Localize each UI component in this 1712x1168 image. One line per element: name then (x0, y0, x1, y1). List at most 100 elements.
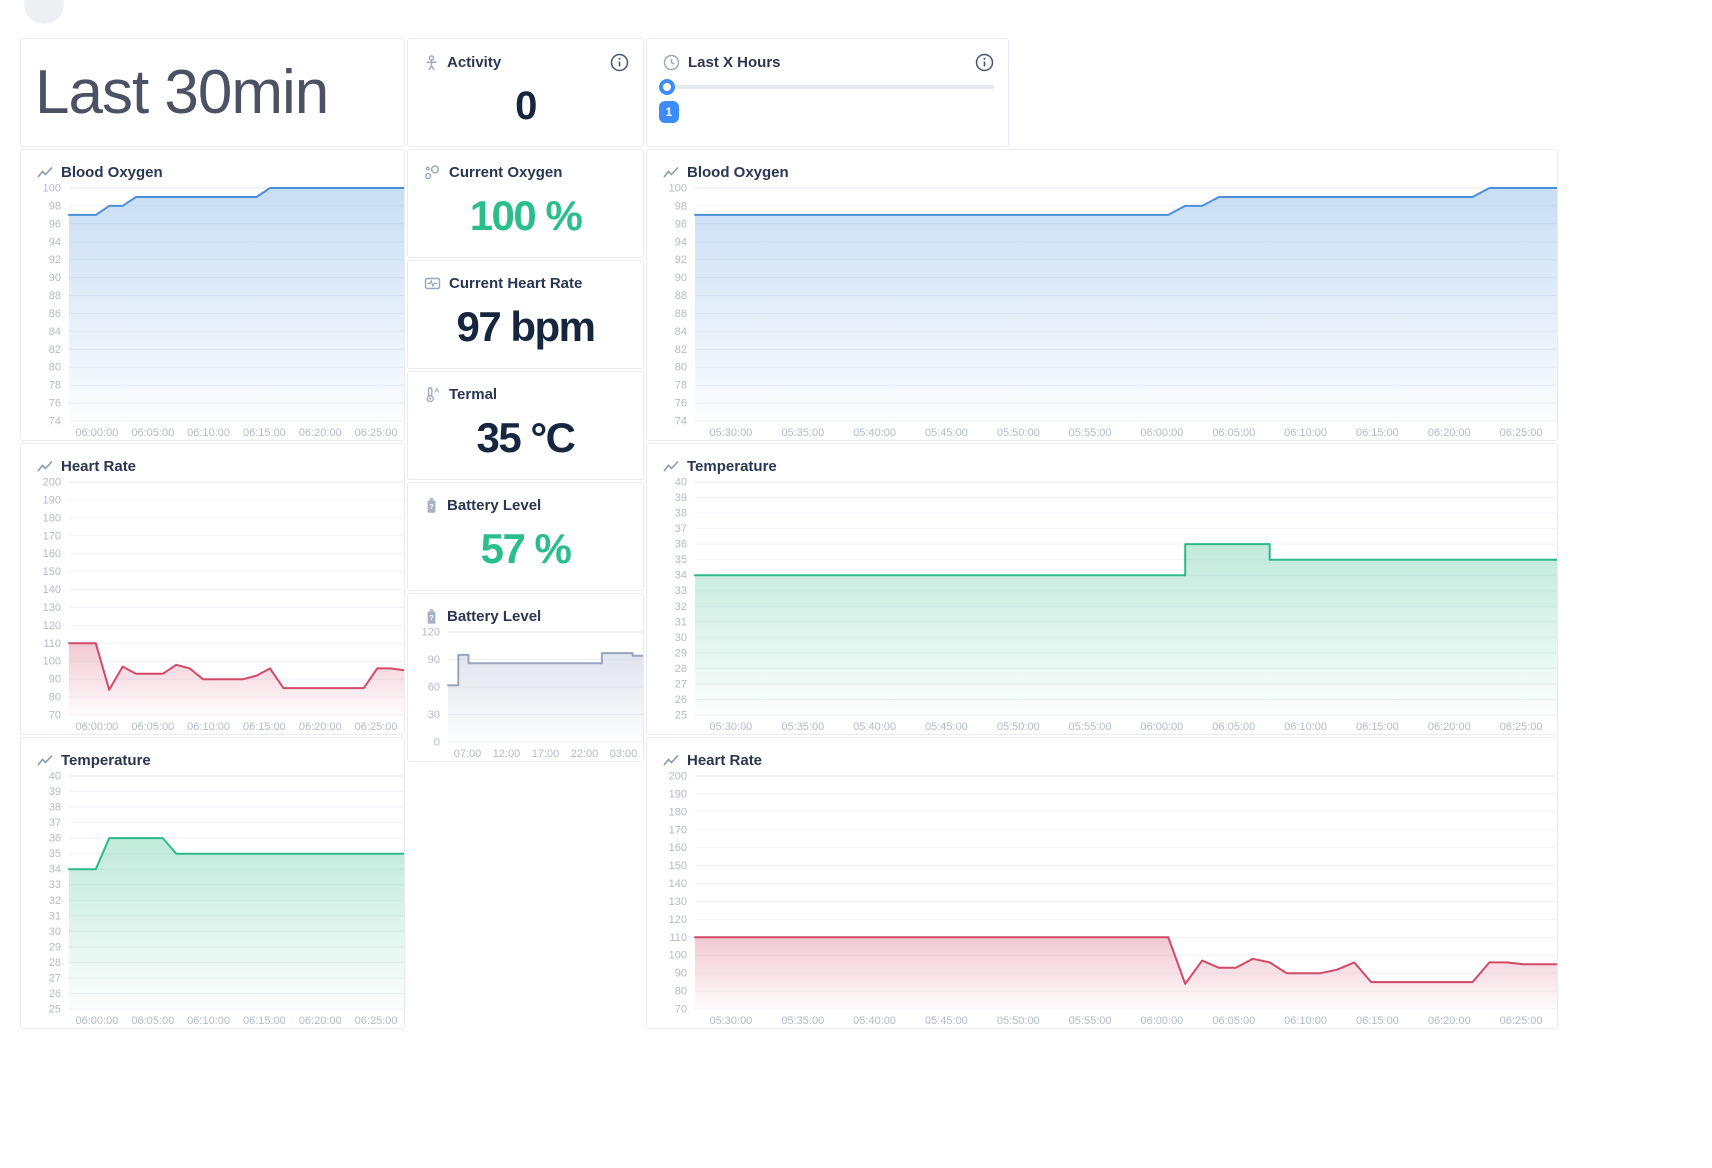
chart-title: Blood Oxygen (61, 164, 163, 181)
svg-text:35: 35 (675, 554, 687, 566)
svg-text:90: 90 (675, 968, 687, 980)
svg-text:33: 33 (675, 585, 687, 597)
svg-text:06:05:00: 06:05:00 (131, 721, 174, 733)
avatar[interactable] (24, 0, 64, 24)
slider-track[interactable] (665, 85, 994, 89)
svg-text:100: 100 (43, 656, 61, 668)
svg-text:06:00:00: 06:00:00 (1140, 1015, 1183, 1027)
metric-label: Termal (449, 386, 497, 403)
svg-text:76: 76 (49, 398, 61, 410)
temperature-1h-chart[interactable]: 4039383736353433323130292827262505:30:00… (647, 475, 1557, 739)
svg-text:38: 38 (675, 508, 687, 520)
chart-header: ? Battery Level (408, 594, 643, 625)
svg-text:70: 70 (49, 710, 61, 722)
svg-text:05:30:00: 05:30:00 (709, 1015, 752, 1027)
svg-text:140: 140 (669, 878, 687, 890)
svg-text:94: 94 (675, 236, 687, 248)
svg-text:32: 32 (49, 895, 61, 907)
svg-text:100: 100 (43, 183, 61, 195)
svg-text:06:20:00: 06:20:00 (1428, 721, 1471, 733)
chart-header: Blood Oxygen (647, 150, 1557, 181)
svg-text:78: 78 (675, 380, 687, 392)
left-column: Last 30min Blood Oxygen 1009896949290888… (20, 38, 405, 1029)
heart-rate-1h-card: Heart Rate 20019018017016015014013012011… (646, 737, 1558, 1029)
svg-text:170: 170 (669, 824, 687, 836)
svg-text:78: 78 (49, 380, 61, 392)
blood-oxygen-1h-chart[interactable]: 1009896949290888684828078767405:30:0005:… (647, 181, 1557, 445)
svg-text:A: A (435, 388, 440, 395)
current-heart-rate-value: 97 bpm (408, 292, 643, 368)
metric-header: ? Battery Level (408, 483, 643, 514)
chart-header: Heart Rate (647, 738, 1557, 769)
svg-text:26: 26 (49, 988, 61, 1000)
hours-slider: 1 (647, 72, 1008, 123)
svg-text:03:00: 03:00 (610, 748, 638, 760)
svg-text:29: 29 (49, 941, 61, 953)
heart-rate-icon (424, 275, 441, 292)
svg-text:27: 27 (49, 972, 61, 984)
svg-text:28: 28 (675, 663, 687, 675)
svg-text:80: 80 (49, 362, 61, 374)
svg-text:98: 98 (675, 200, 687, 212)
slider-value-badge: 1 (659, 101, 679, 123)
svg-text:90: 90 (428, 654, 440, 666)
svg-text:31: 31 (675, 616, 687, 628)
heart-rate-30min-chart[interactable]: 2001901801701601501401301201101009080700… (21, 475, 404, 739)
svg-text:40: 40 (675, 477, 687, 489)
chart-title: Battery Level (447, 608, 541, 625)
svg-text:92: 92 (675, 254, 687, 266)
chart-title: Temperature (61, 752, 151, 769)
page-title: Last 30min (35, 57, 328, 128)
svg-text:06:10:00: 06:10:00 (1284, 427, 1327, 439)
blood-oxygen-30min-chart[interactable]: 1009896949290888684828078767406:00:0006:… (21, 181, 404, 445)
info-icon[interactable] (610, 53, 629, 72)
svg-text:82: 82 (49, 344, 61, 356)
blood-oxygen-30min-card: Blood Oxygen 100989694929088868482807876… (20, 149, 405, 441)
svg-text:05:35:00: 05:35:00 (781, 427, 824, 439)
svg-text:150: 150 (43, 566, 61, 578)
svg-text:06:05:00: 06:05:00 (131, 1015, 174, 1027)
svg-text:96: 96 (675, 218, 687, 230)
svg-text:80: 80 (675, 362, 687, 374)
info-icon[interactable] (975, 53, 994, 72)
svg-text:140: 140 (43, 584, 61, 596)
svg-text:25: 25 (49, 1004, 61, 1016)
last-x-hours-card: Last X Hours 1 (646, 38, 1009, 147)
svg-text:06:10:00: 06:10:00 (1284, 721, 1327, 733)
chart-header: Temperature (647, 444, 1557, 475)
svg-text:150: 150 (669, 860, 687, 872)
chart-title: Temperature (687, 458, 777, 475)
svg-text:88: 88 (675, 290, 687, 302)
svg-text:06:00:00: 06:00:00 (75, 721, 118, 733)
chart-header: Blood Oxygen (21, 150, 404, 181)
svg-text:06:15:00: 06:15:00 (243, 721, 286, 733)
svg-text:76: 76 (675, 398, 687, 410)
svg-text:82: 82 (675, 344, 687, 356)
svg-text:33: 33 (49, 879, 61, 891)
svg-text:38: 38 (49, 802, 61, 814)
svg-text:06:25:00: 06:25:00 (1500, 427, 1543, 439)
svg-text:90: 90 (49, 272, 61, 284)
metric-header: A Termal (408, 372, 643, 403)
svg-text:07:00: 07:00 (454, 748, 482, 760)
svg-text:06:15:00: 06:15:00 (243, 1015, 286, 1027)
svg-text:06:10:00: 06:10:00 (1284, 1015, 1327, 1027)
svg-text:05:50:00: 05:50:00 (997, 427, 1040, 439)
svg-text:37: 37 (675, 523, 687, 535)
svg-text:37: 37 (49, 817, 61, 829)
line-chart-icon (663, 459, 679, 475)
slider-handle[interactable] (659, 79, 675, 95)
battery-level-chart[interactable]: 120906030007:0012:0017:0022:0003:00 (408, 625, 643, 766)
blood-oxygen-1h-card: Blood Oxygen 100989694929088868482807876… (646, 149, 1558, 441)
activity-card: Activity 0 (407, 38, 644, 147)
chart-title: Heart Rate (61, 458, 136, 475)
heart-rate-1h-chart[interactable]: 2001901801701601501401301201101009080700… (647, 769, 1557, 1033)
svg-text:120: 120 (422, 627, 440, 639)
svg-text:06:05:00: 06:05:00 (1212, 721, 1255, 733)
svg-text:05:55:00: 05:55:00 (1069, 721, 1112, 733)
battery-icon: ? (424, 497, 439, 514)
svg-text:74: 74 (49, 416, 61, 428)
battery-level-card: ? Battery Level 57 % (407, 482, 644, 591)
svg-text:200: 200 (669, 771, 687, 783)
temperature-30min-chart[interactable]: 4039383736353433323130292827262506:00:00… (21, 769, 404, 1033)
